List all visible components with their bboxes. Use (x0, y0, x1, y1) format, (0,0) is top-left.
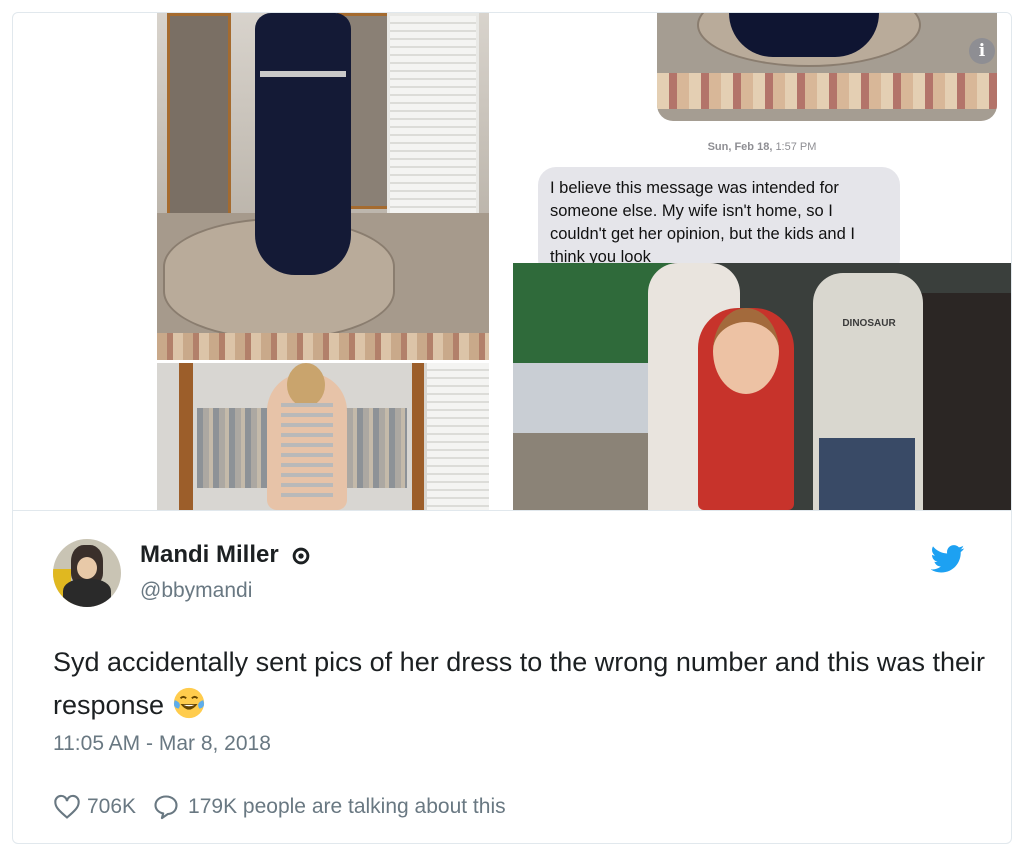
jeans (819, 438, 915, 510)
face-with-tears-of-joy-icon (173, 687, 205, 719)
dress-hem (729, 13, 879, 57)
navy-dress (255, 13, 351, 275)
rug (657, 73, 997, 109)
message-date-time: 1:57 PM (775, 141, 817, 153)
louvered-door (427, 363, 489, 510)
author-name-row[interactable]: Mandi Miller (140, 541, 311, 569)
twitter-bird-icon[interactable] (931, 545, 965, 573)
dress-back-photo[interactable] (157, 363, 489, 510)
tweet-actions: 706K 179K people are talking about this (53, 793, 506, 821)
author-name[interactable]: Mandi Miller (140, 541, 279, 568)
tweet-media-grid[interactable]: i Sun, Feb 18, 1:57 PM I believe this me… (13, 13, 1011, 511)
avatar[interactable] (53, 539, 121, 607)
tweet-timestamp[interactable]: 11:05 AM - Mar 8, 2018 (53, 732, 271, 756)
dress-belt (260, 71, 346, 77)
kids-thumbs-up-photo[interactable]: DINOSAUR (513, 263, 1011, 510)
people-talking-link[interactable]: 179K people are talking about this (188, 795, 506, 819)
heart-icon[interactable] (53, 793, 81, 821)
louvered-door (387, 13, 479, 237)
bed (513, 363, 663, 443)
sent-photo-thumbnail (657, 13, 997, 121)
message-screenshot[interactable]: i Sun, Feb 18, 1:57 PM I believe this me… (513, 13, 1011, 277)
info-icon[interactable]: i (969, 38, 995, 64)
message-bubble: I believe this message was intended for … (538, 167, 900, 277)
message-date: Sun, Feb 18, 1:57 PM (513, 141, 1011, 153)
message-date-day: Sun, Feb 18, (707, 141, 773, 153)
mirror-left (167, 13, 231, 224)
dress-straps (281, 403, 333, 497)
mirror-frame-left (179, 363, 193, 510)
author-handle[interactable]: @bbymandi (140, 579, 252, 603)
avatar-shirt (63, 579, 111, 607)
avatar-face (77, 557, 97, 579)
tweet-text: Syd accidentally sent pics of her dress … (53, 641, 993, 727)
mirror-frame-right (412, 363, 424, 510)
dinosaur-shirt-text: DINOSAUR (842, 318, 896, 329)
kid-face (713, 308, 779, 394)
rug (157, 333, 489, 360)
verified-badge-icon (293, 547, 310, 564)
comment-bubble-icon[interactable] (152, 793, 180, 821)
like-count[interactable]: 706K (87, 795, 136, 819)
leather-sofa (908, 293, 1011, 510)
dress-front-photo[interactable] (157, 13, 489, 360)
tweet-card[interactable]: i Sun, Feb 18, 1:57 PM I believe this me… (12, 12, 1012, 844)
hair-bun (287, 363, 325, 407)
